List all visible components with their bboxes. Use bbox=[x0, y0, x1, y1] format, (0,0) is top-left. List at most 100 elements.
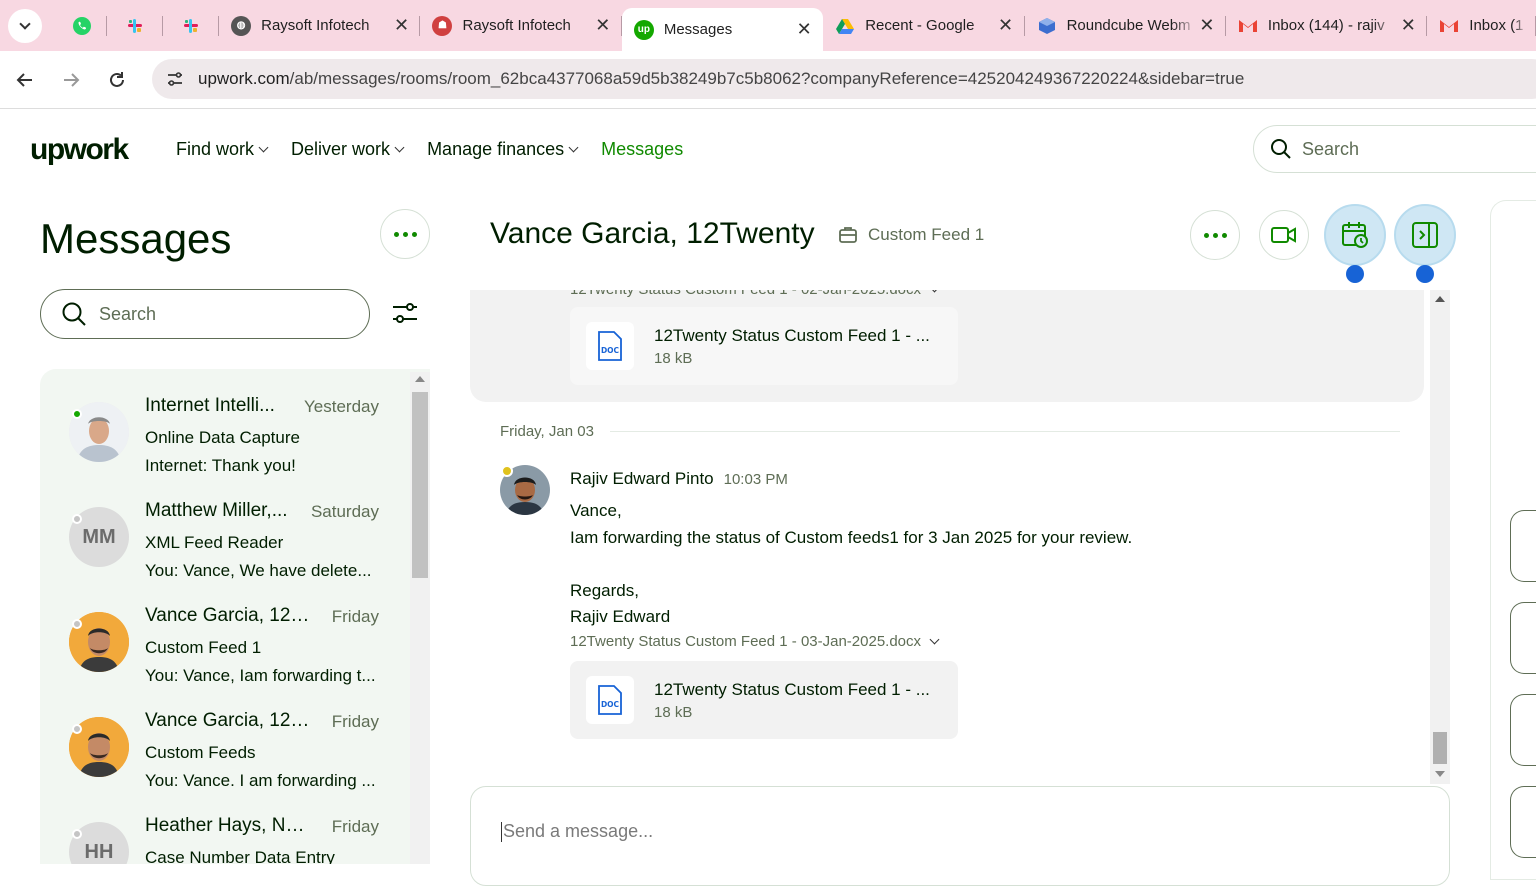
nav-label: Messages bbox=[601, 139, 684, 159]
attachment-name: 12Twenty Status Custom Feed 1 - ... bbox=[654, 325, 930, 345]
attachment-filename: 12Twenty Status Custom Feed 1 - 03-Jan-2… bbox=[570, 633, 922, 650]
online-status-dot bbox=[72, 409, 82, 419]
attachment-size: 18 kB bbox=[654, 703, 693, 721]
browser-tab[interactable]: Inbox (1 bbox=[1427, 0, 1536, 51]
room-preview: You: Vance, Iam forwarding t... bbox=[145, 666, 376, 685]
whatsapp-icon bbox=[73, 16, 92, 35]
sidebar-action-button[interactable] bbox=[1510, 694, 1536, 766]
browser-tab[interactable]: ☗ Raysoft Infotech ✕ bbox=[420, 0, 623, 51]
attachment-card[interactable]: DOC 12Twenty Status Custom Feed 1 - ... … bbox=[570, 661, 958, 739]
scrollbar-thumb[interactable] bbox=[1433, 732, 1447, 764]
list-item[interactable]: HH Heather Hays, Na... Friday Case Numbe… bbox=[40, 789, 410, 864]
pinned-tab-slack-1[interactable] bbox=[107, 0, 164, 51]
chevron-down-icon bbox=[19, 17, 31, 30]
contract-link[interactable]: Custom Feed 1 bbox=[838, 225, 984, 245]
nav-find-work[interactable]: Find work bbox=[176, 139, 269, 160]
svg-text:DOC: DOC bbox=[601, 700, 620, 709]
attachment-caption[interactable]: 12Twenty Status Custom Feed 1 - 03-Jan-2… bbox=[570, 633, 940, 650]
browser-tab[interactable]: Recent - Google ✕ bbox=[823, 0, 1025, 51]
chat-title: Vance Garcia, 12Twenty bbox=[490, 217, 815, 250]
sidebar-action-button[interactable] bbox=[1510, 786, 1536, 858]
attachment-caption[interactable]: 12Twenty Status Custom Feed 1 - 02-Jan-2… bbox=[570, 290, 940, 298]
close-icon[interactable]: ✕ bbox=[392, 15, 410, 36]
nav-messages[interactable]: Messages bbox=[601, 139, 683, 160]
schedule-meeting-button[interactable] bbox=[1324, 204, 1386, 266]
close-icon[interactable]: ✕ bbox=[1198, 15, 1216, 36]
browser-tab[interactable]: Inbox (144) - rajiv ✕ bbox=[1226, 0, 1428, 51]
attachment-card[interactable]: DOC 12Twenty Status Custom Feed 1 - ... … bbox=[570, 307, 958, 385]
tab-title: Roundcube Webm bbox=[1066, 17, 1191, 34]
scroll-up-arrow-icon[interactable] bbox=[1435, 296, 1445, 302]
offline-status-dot bbox=[72, 724, 82, 734]
close-icon[interactable]: ✕ bbox=[997, 15, 1015, 36]
sender-name: Rajiv Edward Pinto bbox=[570, 469, 714, 488]
briefcase-icon bbox=[839, 227, 857, 243]
composer-placeholder: Send a message... bbox=[503, 821, 654, 841]
room-preview: Internet: Thank you! bbox=[145, 456, 296, 475]
room-subject: Custom Feeds bbox=[145, 743, 256, 762]
list-item[interactable]: MM Matthew Miller,... Saturday XML Feed … bbox=[40, 474, 410, 580]
day-separator: Friday, Jan 03 bbox=[500, 423, 1400, 440]
message-composer-input[interactable]: Send a message... bbox=[470, 786, 1450, 886]
room-subject: Custom Feed 1 bbox=[145, 638, 262, 657]
nav-manage-finances[interactable]: Manage finances bbox=[427, 139, 579, 160]
chat-more-button[interactable] bbox=[1190, 210, 1240, 260]
chevron-down-icon bbox=[929, 634, 940, 645]
room-date: Friday bbox=[331, 607, 379, 626]
tab-title: Inbox (144) - rajiv bbox=[1267, 17, 1385, 34]
gmail-icon bbox=[1238, 19, 1257, 32]
tab-search-button[interactable] bbox=[8, 8, 42, 43]
filter-button[interactable] bbox=[390, 298, 420, 333]
tab-title: Messages bbox=[663, 21, 733, 38]
day-label: Friday, Jan 03 bbox=[500, 423, 594, 440]
room-date: Friday bbox=[331, 817, 379, 836]
scroll-up-arrow-icon[interactable] bbox=[415, 376, 425, 382]
message-line bbox=[570, 551, 1132, 578]
close-icon[interactable]: ✕ bbox=[795, 19, 813, 40]
notification-dot bbox=[1346, 265, 1364, 283]
browser-tab[interactable]: ◍ Raysoft Infotech ✕ bbox=[219, 0, 421, 51]
main-nav: Find work Deliver work Manage finances M… bbox=[176, 139, 683, 160]
away-status-dot bbox=[501, 465, 513, 477]
scroll-down-arrow-icon[interactable] bbox=[1435, 771, 1445, 777]
upwork-logo[interactable]: upwork bbox=[30, 133, 129, 167]
forward-button[interactable] bbox=[50, 59, 92, 101]
video-call-button[interactable] bbox=[1259, 210, 1309, 260]
offline-status-dot bbox=[72, 514, 82, 524]
list-item[interactable]: Vance Garcia, 12T... Friday Custom Feeds… bbox=[40, 684, 410, 790]
list-item[interactable]: Vance Garcia, 12T... Friday Custom Feed … bbox=[40, 579, 410, 685]
sidebar-action-button[interactable] bbox=[1510, 510, 1536, 582]
messages-more-button[interactable] bbox=[380, 209, 430, 259]
sidebar-panel-icon bbox=[1412, 222, 1438, 248]
site-header: upwork Find work Deliver work Manage fin… bbox=[0, 109, 1536, 191]
tab-title: Raysoft Infotech bbox=[462, 17, 571, 34]
pinned-tab-whatsapp[interactable] bbox=[58, 0, 108, 51]
room-date: Saturday bbox=[310, 502, 379, 521]
filter-sliders-icon bbox=[393, 303, 417, 323]
browser-tab[interactable]: Roundcube Webm ✕ bbox=[1025, 0, 1227, 51]
nav-deliver-work[interactable]: Deliver work bbox=[291, 139, 405, 160]
pinned-tab-slack-2[interactable] bbox=[163, 0, 220, 51]
url-bar[interactable]: upwork.com/ab/messages/rooms/room_62bca4… bbox=[152, 59, 1536, 99]
message-line: Rajiv Edward bbox=[570, 607, 671, 626]
message-line: Vance, bbox=[570, 501, 622, 520]
thread-scrollbar[interactable] bbox=[1430, 290, 1450, 784]
close-icon[interactable]: ✕ bbox=[594, 15, 612, 36]
rooms-search-input[interactable]: Search bbox=[40, 289, 370, 339]
scrollbar-thumb[interactable] bbox=[412, 392, 428, 578]
browser-tab-active[interactable]: up Messages ✕ bbox=[621, 8, 824, 51]
toggle-sidebar-button[interactable] bbox=[1394, 204, 1456, 266]
nav-label: Deliver work bbox=[291, 139, 391, 159]
sidebar-action-button[interactable] bbox=[1510, 602, 1536, 674]
url-text: upwork.com/ab/messages/rooms/room_62bca4… bbox=[198, 69, 1244, 89]
room-subject: Online Data Capture bbox=[145, 428, 300, 447]
site-info-icon[interactable] bbox=[164, 68, 186, 90]
list-item[interactable]: Internet Intelli... Yesterday Online Dat… bbox=[40, 369, 410, 475]
rooms-scrollbar[interactable] bbox=[410, 372, 430, 864]
room-name: Vance Garcia, 12T... bbox=[145, 710, 310, 731]
page-title: Messages bbox=[40, 215, 232, 262]
close-icon[interactable]: ✕ bbox=[1399, 15, 1417, 36]
global-search-input[interactable]: Search bbox=[1253, 125, 1536, 173]
reload-button[interactable] bbox=[96, 59, 138, 101]
back-button[interactable] bbox=[4, 59, 46, 101]
